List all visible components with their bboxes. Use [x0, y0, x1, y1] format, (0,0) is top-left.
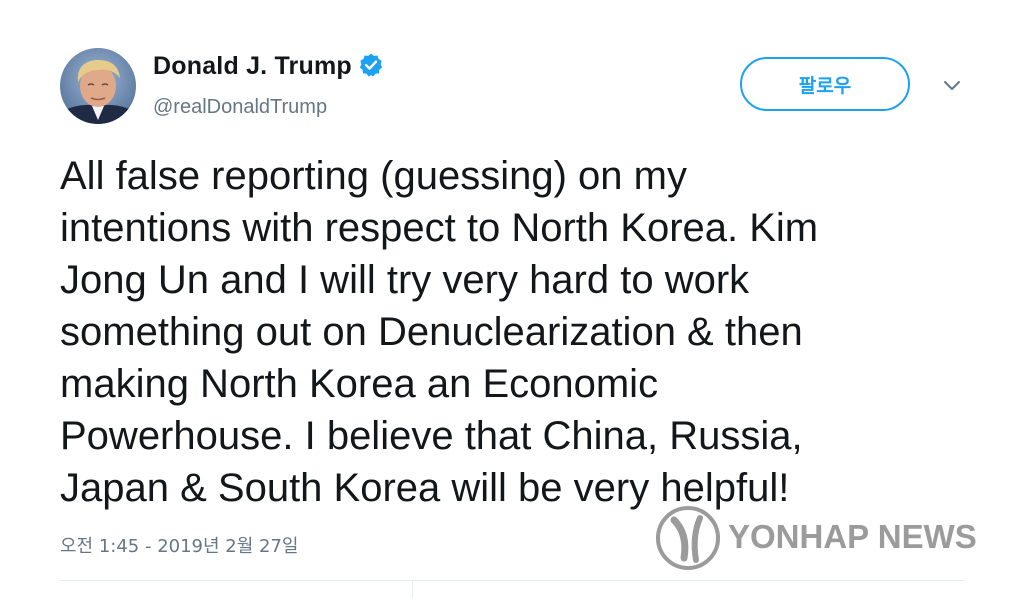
- yonhap-logo-icon: [654, 504, 722, 572]
- author-name-text[interactable]: Donald J. Trump: [153, 52, 352, 80]
- author-handle[interactable]: @realDonaldTrump: [153, 96, 327, 119]
- chevron-down-icon[interactable]: [940, 76, 964, 94]
- verified-badge-icon: [359, 53, 383, 77]
- tweet-timestamp[interactable]: 오전 1:45 - 2019년 2월 27일: [60, 532, 299, 558]
- yonhap-news-watermark: YONHAP NEWS: [654, 504, 978, 572]
- avatar[interactable]: [60, 48, 136, 124]
- tweet-card: Donald J. Trump @realDonaldTrump 팔로우 All…: [0, 0, 1024, 598]
- tweet-text: All false reporting (guessing) on my int…: [60, 154, 819, 510]
- avatar-photo: [60, 48, 136, 124]
- author-name[interactable]: Donald J. Trump: [153, 52, 384, 81]
- follow-button[interactable]: 팔로우: [740, 57, 910, 111]
- watermark-text: YONHAP NEWS: [728, 518, 977, 555]
- divider-vertical: [412, 580, 413, 598]
- divider: [60, 580, 965, 581]
- follow-button-label: 팔로우: [798, 74, 852, 97]
